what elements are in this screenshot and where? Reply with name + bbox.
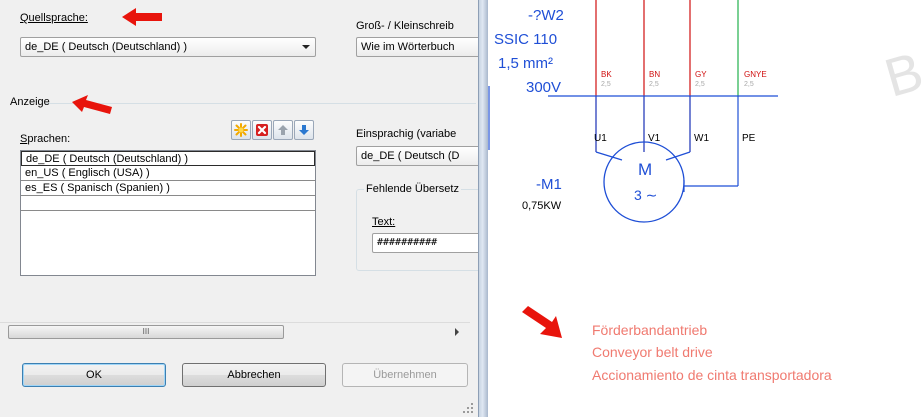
missing-translation-title: Fehlende Übersetz bbox=[364, 183, 461, 195]
move-down-button[interactable] bbox=[294, 120, 314, 140]
case-combo[interactable]: Wie im Wörterbuch bbox=[356, 37, 478, 57]
chevron-down-icon bbox=[302, 45, 310, 49]
delete-language-button[interactable] bbox=[252, 120, 272, 140]
monolingual-value: de_DE ( Deutsch (D bbox=[361, 150, 460, 162]
list-item[interactable]: es_ES ( Spanisch (Spanien) ) bbox=[21, 181, 315, 196]
monolingual-combo[interactable]: de_DE ( Deutsch (D bbox=[356, 146, 478, 166]
wire-size-label: 2,5 bbox=[601, 81, 611, 88]
missing-translation-group bbox=[356, 189, 478, 271]
wire-color-label: GY bbox=[695, 70, 707, 79]
motor-symbol: M bbox=[638, 160, 653, 179]
languages-label: Sprachen: bbox=[20, 133, 71, 145]
cable-cross-section: 1,5 mm² bbox=[498, 55, 554, 72]
star-icon bbox=[234, 123, 248, 137]
dialog-window-border bbox=[478, 0, 488, 417]
arrow-down-icon bbox=[299, 125, 309, 135]
terminal-label: PE bbox=[742, 133, 756, 144]
horizontal-scrollbar[interactable]: III bbox=[0, 322, 470, 340]
cable-type: SSIC 110 bbox=[494, 31, 558, 48]
display-group-title: Anzeige bbox=[10, 96, 50, 108]
terminal-label: U1 bbox=[594, 133, 607, 144]
text-input[interactable]: ########## bbox=[372, 233, 478, 253]
description-de: Förderbandantrieb bbox=[592, 322, 708, 338]
ok-button[interactable]: OK bbox=[22, 363, 166, 387]
arrow-up-icon bbox=[278, 125, 288, 135]
monolingual-label: Einsprachig (variabe bbox=[356, 128, 457, 140]
scrollbar-thumb[interactable]: III bbox=[8, 325, 284, 339]
motor-power: 0,75KW bbox=[522, 200, 562, 212]
terminal-label: V1 bbox=[648, 133, 661, 144]
source-language-combo[interactable]: de_DE ( Deutsch (Deutschland) ) bbox=[20, 37, 316, 57]
list-item[interactable]: de_DE ( Deutsch (Deutschland) ) bbox=[21, 151, 315, 166]
move-up-button[interactable] bbox=[273, 120, 293, 140]
wire-size-label: 2,5 bbox=[695, 81, 705, 88]
resize-grip-icon[interactable] bbox=[462, 402, 474, 414]
wire-color-label: BN bbox=[649, 70, 661, 79]
cable-voltage: 300V bbox=[526, 79, 562, 96]
red-x-icon bbox=[256, 124, 268, 136]
add-language-button[interactable] bbox=[231, 120, 251, 140]
translation-settings-dialog: Quellsprache: de_DE ( Deutsch (Deutschla… bbox=[0, 0, 478, 417]
terminal-label: W1 bbox=[694, 133, 709, 144]
text-label: Text: bbox=[372, 216, 396, 228]
cable-id: -?W2 bbox=[528, 7, 564, 24]
red-arrow-annotation-icon bbox=[122, 8, 162, 26]
case-label: Groß- / Kleinschreib bbox=[356, 20, 454, 32]
scroll-right-arrow-icon[interactable] bbox=[455, 328, 459, 336]
description-es: Accionamiento de cinta transportadora bbox=[592, 367, 832, 383]
wire-color-label: BK bbox=[601, 70, 612, 79]
source-language-value: de_DE ( Deutsch (Deutschland) ) bbox=[25, 41, 188, 53]
apply-button[interactable]: Übernehmen bbox=[342, 363, 468, 387]
motor-id: -M1 bbox=[536, 176, 562, 193]
list-item-empty[interactable] bbox=[21, 196, 315, 211]
cancel-button[interactable]: Abbrechen bbox=[182, 363, 326, 387]
case-value: Wie im Wörterbuch bbox=[361, 41, 455, 53]
source-language-label: Quellsprache: bbox=[20, 12, 88, 24]
description-en: Conveyor belt drive bbox=[592, 344, 713, 360]
wire-size-label: 2,5 bbox=[649, 81, 659, 88]
wire-size-label: 2,5 bbox=[744, 81, 754, 88]
watermark-letter: B bbox=[878, 41, 924, 109]
motor-phase: 3 ∼ bbox=[634, 187, 658, 203]
red-arrow-annotation-icon bbox=[72, 95, 112, 114]
languages-list[interactable]: de_DE ( Deutsch (Deutschland) ) en_US ( … bbox=[20, 150, 316, 276]
list-item[interactable]: en_US ( Englisch (USA) ) bbox=[21, 166, 315, 181]
wire-color-label: GNYE bbox=[744, 70, 767, 79]
